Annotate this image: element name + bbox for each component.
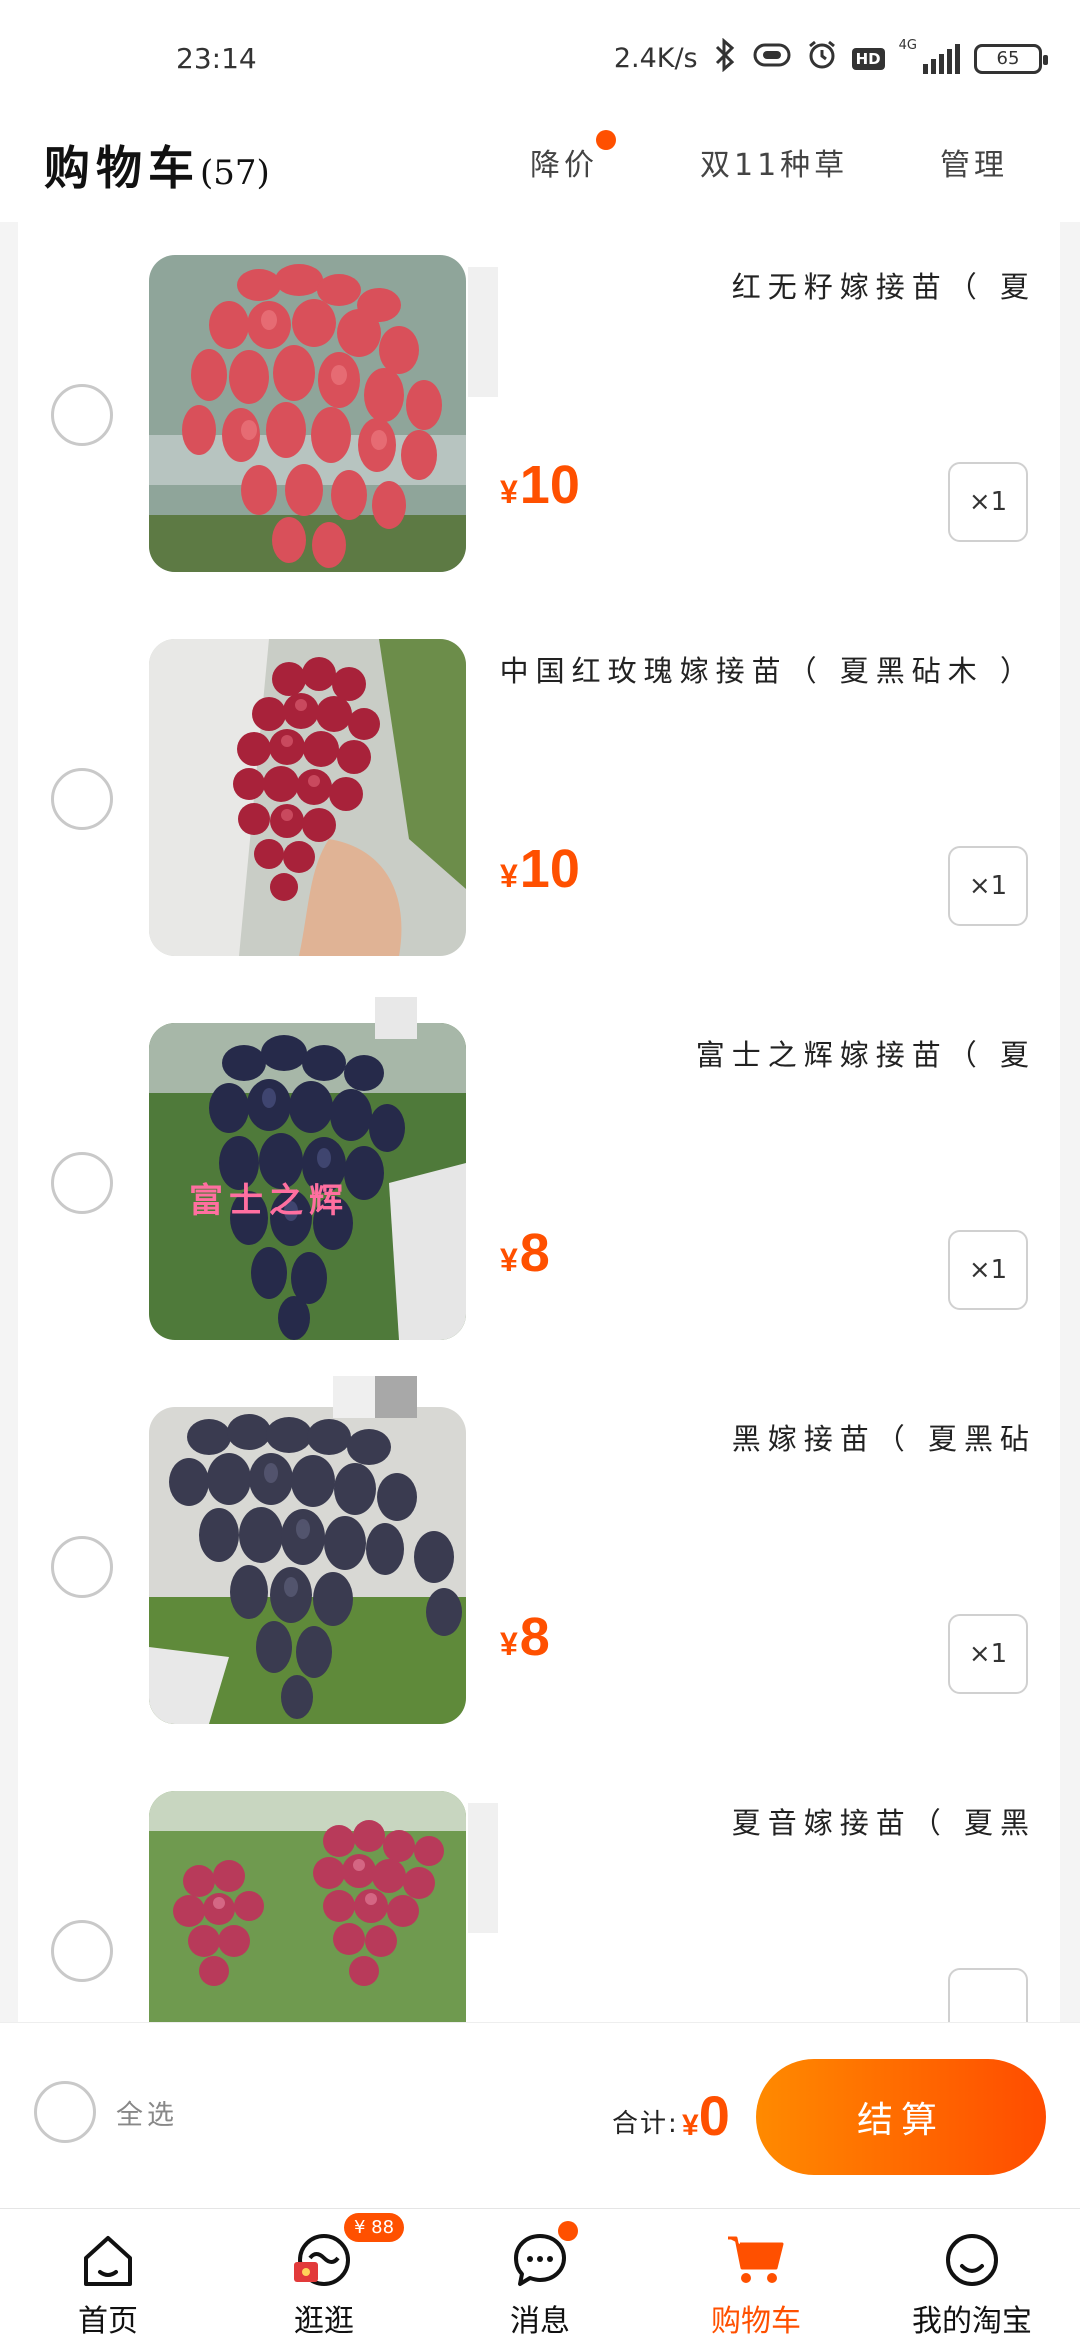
item-price-value: 8 <box>519 1607 550 1667</box>
profile-icon <box>938 2227 1006 2292</box>
page-title-text: 购物车 <box>44 141 200 195</box>
battery-icon: 65 <box>974 43 1048 74</box>
item-checkbox[interactable] <box>51 384 113 446</box>
item-title[interactable]: 中国红玫瑰嫁接苗（ 夏黑砧木 ） <box>488 648 1036 690</box>
cart-item[interactable]: 富士之辉 富士之辉嫁接苗（ 夏 ¥8 ×1 <box>18 990 1060 1374</box>
item-checkbox[interactable] <box>51 1920 113 1982</box>
tab-messages-label: 消息 <box>510 2304 570 2339</box>
tab-profile-label: 我的淘宝 <box>912 2304 1032 2339</box>
currency-symbol: ¥ <box>500 858 518 894</box>
notification-dot <box>558 2221 578 2241</box>
manage-button[interactable]: 管理 <box>940 140 1008 184</box>
battery-level: 65 <box>996 48 1020 69</box>
quantity-button[interactable] <box>948 1968 1028 2022</box>
tab-double11[interactable]: 双11种草 <box>700 140 848 184</box>
net-speed: 2.4K/s <box>613 43 698 74</box>
quantity-button[interactable]: ×1 <box>948 462 1028 542</box>
manage-button-label: 管理 <box>940 148 1008 183</box>
status-icons: 2.4K/s HD 4G 65 <box>613 37 1048 79</box>
item-price-value: 8 <box>519 1223 550 1283</box>
cart-item[interactable]: 夏音嫁接苗（ 夏黑 <box>18 1758 1060 2022</box>
image-watermark-text: 富士之辉 <box>189 1181 349 1221</box>
tab-cart[interactable]: 购物车 <box>648 2209 864 2340</box>
cart-item[interactable]: 红无籽嫁接苗（ 夏 ¥10 ×1 <box>18 222 1060 606</box>
quantity-button[interactable]: ×1 <box>948 1230 1028 1310</box>
item-price: ¥10 <box>500 838 580 900</box>
image-placeholder <box>375 997 417 1039</box>
tab-browse-label: 逛逛 <box>294 2304 354 2339</box>
item-title[interactable]: 黑嫁接苗（ 夏黑砧 <box>488 1416 1036 1458</box>
cart-icon <box>722 2227 790 2292</box>
item-price: ¥8 <box>500 1606 550 1668</box>
product-image[interactable] <box>149 639 466 956</box>
item-price-value: 10 <box>519 839 580 899</box>
item-title[interactable]: 红无籽嫁接苗（ 夏 <box>488 264 1036 306</box>
checkout-button[interactable]: 结算 <box>756 2059 1046 2175</box>
item-checkbox[interactable] <box>51 1152 113 1214</box>
status-time: 23:14 <box>176 42 257 75</box>
cart-item[interactable]: 黑嫁接苗（ 夏黑砧 ¥8 ×1 <box>18 1374 1060 1758</box>
total-label: 合计: <box>612 2109 679 2139</box>
coupon-badge: ¥ 88 <box>344 2213 405 2242</box>
home-icon <box>74 2227 142 2292</box>
item-title[interactable]: 夏音嫁接苗（ 夏黑 <box>488 1800 1036 1842</box>
image-placeholder <box>333 1376 375 1418</box>
cart-item-list[interactable]: 红无籽嫁接苗（ 夏 ¥10 ×1 中国红玫瑰嫁接苗（ 夏黑砧木 ） ¥10 ×1… <box>18 222 1060 2022</box>
status-bar: 23:14 2.4K/s HD 4G 65 <box>0 0 1080 110</box>
quantity-button[interactable]: ×1 <box>948 846 1028 926</box>
cart-count: (57) <box>200 153 270 193</box>
select-all-checkbox[interactable] <box>34 2081 96 2143</box>
image-placeholder <box>375 1376 417 1418</box>
item-price-value: 10 <box>519 455 580 515</box>
item-checkbox[interactable] <box>51 768 113 830</box>
bluetooth-icon <box>712 37 738 79</box>
total-amount: ¥0 <box>682 2083 730 2148</box>
signal-icon <box>923 43 960 74</box>
tab-cart-label: 购物车 <box>711 2304 801 2339</box>
checkout-bar: 全选 合计: ¥0 结算 <box>0 2022 1080 2208</box>
product-image[interactable]: 富士之辉 <box>149 1023 466 1340</box>
bottom-tab-bar: 首页 ¥ 88 逛逛 消息 购物车 我的淘宝 <box>0 2208 1080 2340</box>
item-title[interactable]: 富士之辉嫁接苗（ 夏 <box>488 1032 1036 1074</box>
currency-symbol: ¥ <box>500 1626 518 1662</box>
cart-header: 购物车(57) 降价 双11种草 管理 <box>0 110 1080 222</box>
tab-home[interactable]: 首页 <box>0 2209 216 2340</box>
total-amount-value: 0 <box>698 2084 730 2147</box>
cart-item[interactable]: 中国红玫瑰嫁接苗（ 夏黑砧木 ） ¥10 ×1 <box>18 606 1060 990</box>
item-checkbox[interactable] <box>51 1536 113 1598</box>
product-image[interactable] <box>149 255 466 572</box>
tab-home-label: 首页 <box>78 2304 138 2339</box>
item-price: ¥10 <box>500 454 580 516</box>
tab-browse[interactable]: ¥ 88 逛逛 <box>216 2209 432 2340</box>
currency-symbol: ¥ <box>500 474 518 510</box>
product-image[interactable] <box>149 1791 466 2022</box>
alarm-icon <box>806 39 838 78</box>
hd-icon: HD <box>851 47 885 70</box>
tab-messages[interactable]: 消息 <box>432 2209 648 2340</box>
notification-dot <box>596 130 616 150</box>
page-title: 购物车(57) <box>44 132 270 198</box>
select-all-label[interactable]: 全选 <box>116 2093 178 2132</box>
quantity-button[interactable]: ×1 <box>948 1614 1028 1694</box>
currency-symbol: ¥ <box>500 1242 518 1278</box>
tab-price-drop[interactable]: 降价 <box>530 130 616 184</box>
item-price: ¥8 <box>500 1222 550 1284</box>
currency-symbol: ¥ <box>682 2109 699 2142</box>
tab-double11-label: 双11种草 <box>700 148 849 183</box>
tab-price-drop-label: 降价 <box>530 148 598 183</box>
tab-profile[interactable]: 我的淘宝 <box>864 2209 1080 2340</box>
network-type: 4G <box>898 38 917 53</box>
product-image[interactable] <box>149 1407 466 1724</box>
link-icon <box>752 41 792 76</box>
